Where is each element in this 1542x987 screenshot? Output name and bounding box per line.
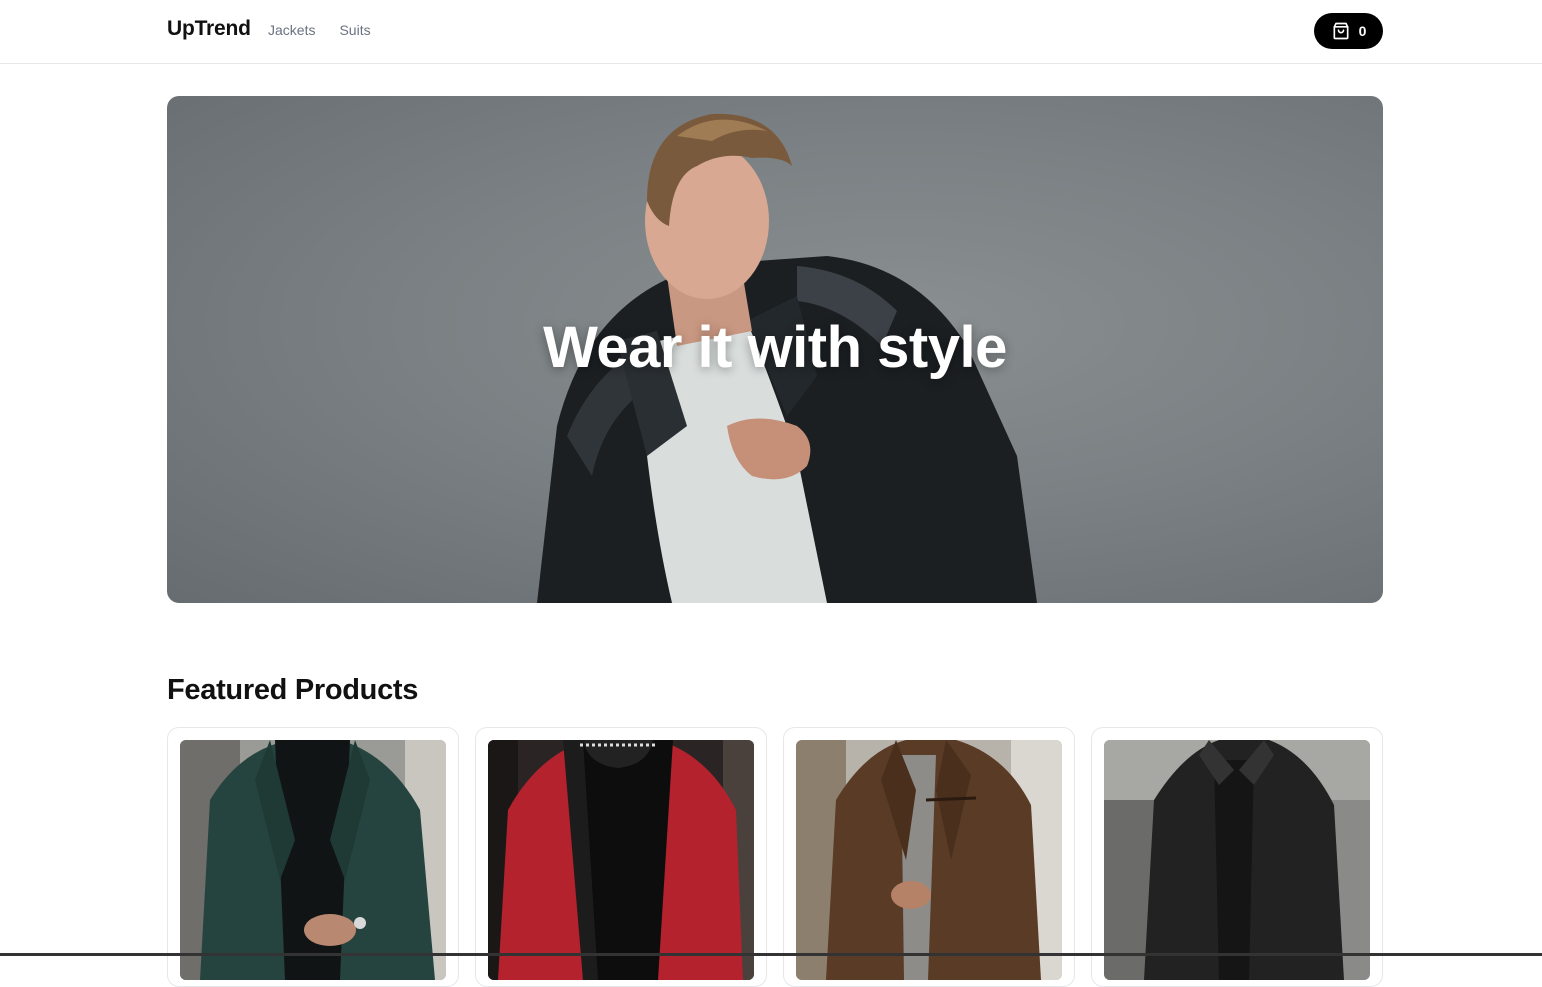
product-card[interactable] [1091, 727, 1383, 987]
product-grid [167, 727, 1383, 987]
main-nav: Jackets Suits [268, 22, 371, 38]
product-image-red-bomber-jacket [488, 740, 754, 980]
cart-button[interactable]: 0 [1314, 13, 1383, 49]
hero-banner: Wear it with style [167, 96, 1383, 603]
cart-count: 0 [1358, 23, 1367, 39]
site-header: UpTrend Jackets Suits 0 [0, 0, 1542, 64]
hero-title: Wear it with style [543, 315, 1007, 380]
brand-logo[interactable]: UpTrend [167, 17, 251, 41]
product-card[interactable] [167, 727, 459, 987]
featured-products-title: Featured Products [167, 674, 419, 706]
product-image-brown-jacket [796, 740, 1062, 980]
product-image-green-blazer [180, 740, 446, 980]
nav-link-suits[interactable]: Suits [339, 22, 370, 38]
product-card[interactable] [475, 727, 767, 987]
product-card[interactable] [783, 727, 1075, 987]
shopping-bag-icon [1333, 22, 1349, 40]
product-image-black-jacket [1104, 740, 1370, 980]
nav-link-jackets[interactable]: Jackets [268, 22, 315, 38]
